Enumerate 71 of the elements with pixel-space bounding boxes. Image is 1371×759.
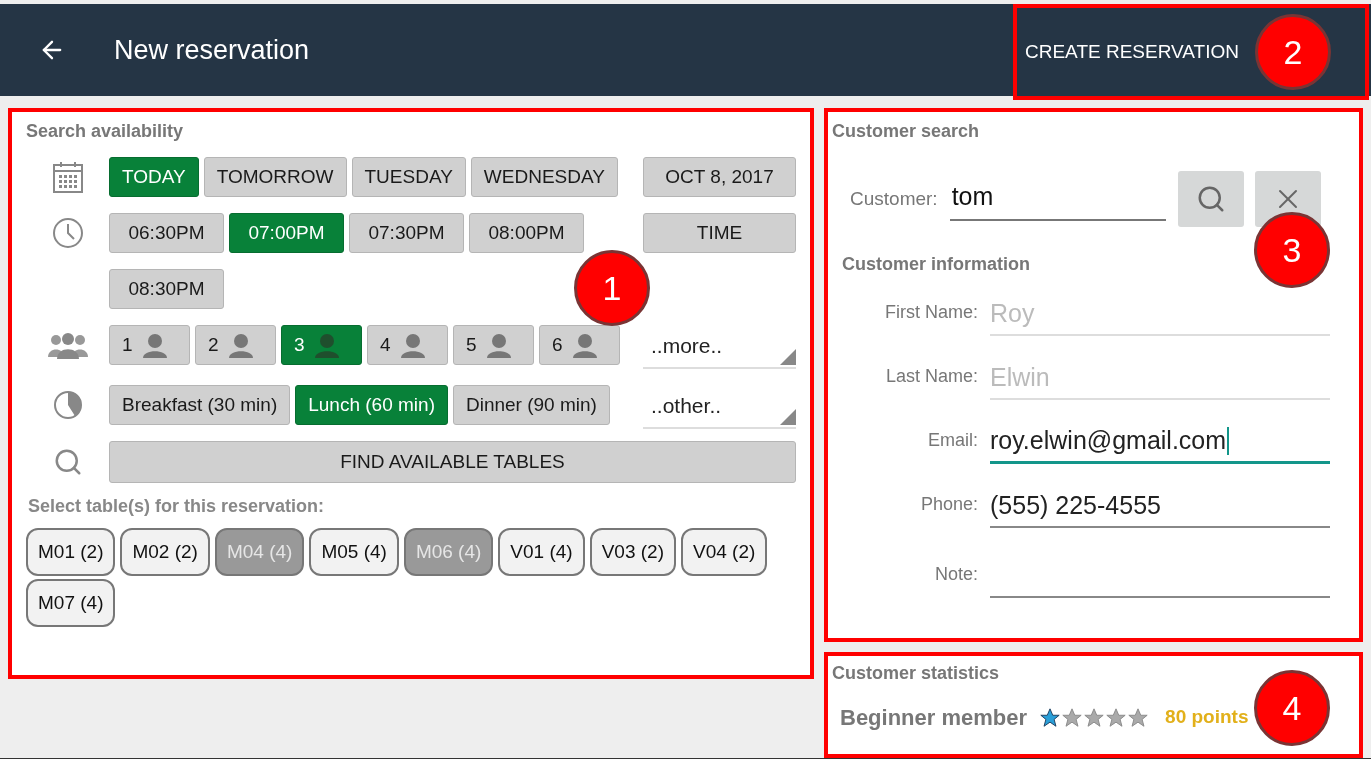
callout-marker: 4 (1254, 670, 1330, 746)
find-tables-button[interactable]: FIND AVAILABLE TABLES (109, 441, 796, 483)
person-icon (140, 332, 169, 358)
callout-marker: 1 (574, 250, 650, 326)
customer-input[interactable]: tom (949, 177, 1166, 221)
toggle-button[interactable]: 5 (453, 325, 534, 365)
callout-marker: 2 (1255, 14, 1331, 90)
create-reservation-button[interactable]: CREATE RESERVATION (1025, 37, 1239, 67)
toggle-button[interactable]: 07:00PM (229, 213, 344, 253)
field-label: Last Name: (884, 365, 978, 388)
dropdown-select[interactable]: ..more.. (643, 325, 796, 369)
section-title: Search availability (26, 120, 185, 143)
dropdown-select[interactable]: ..other.. (643, 385, 796, 429)
text-caret (1227, 427, 1230, 455)
toggle-button[interactable]: 1 (109, 325, 190, 365)
dropdown-corner-icon (780, 409, 796, 425)
table-chip[interactable]: M07 (4) (26, 579, 116, 627)
tables-label: Select table(s) for this reservation: (28, 495, 326, 518)
table-chip[interactable]: V03 (2) (589, 528, 676, 576)
table-chip[interactable]: M05 (4) (309, 528, 399, 576)
time-picker-button[interactable]: TIME (643, 213, 796, 253)
text-input[interactable]: (555) 225-4555 (990, 484, 1330, 528)
star-icon (1127, 706, 1150, 729)
person-icon (226, 332, 255, 358)
calendar-icon (52, 161, 83, 193)
section-title: Customer information (842, 253, 1031, 276)
field-label: Email: (927, 429, 978, 452)
table-chip[interactable]: V01 (4) (498, 528, 585, 576)
pie-clock-icon (52, 390, 83, 420)
dropdown-corner-icon (780, 349, 796, 365)
section-title: Customer statistics (832, 662, 1001, 685)
table-chip[interactable]: M01 (2) (26, 528, 116, 576)
person-icon (570, 332, 599, 358)
field-label: First Name: (884, 301, 978, 324)
callout-marker: 3 (1254, 212, 1330, 288)
star-icon (1039, 706, 1062, 729)
star-icon (1061, 706, 1084, 729)
toggle-button[interactable]: 08:00PM (469, 213, 584, 253)
points-value: 80 points (1165, 705, 1249, 730)
date-picker-button[interactable]: OCT 8, 2017 (643, 157, 796, 197)
clock-icon (51, 217, 84, 249)
section-title: Customer search (832, 120, 981, 143)
person-icon (312, 332, 341, 358)
toggle-button[interactable]: 07:30PM (349, 213, 464, 253)
toggle-button[interactable]: Breakfast (30 min) (109, 385, 291, 425)
table-chip[interactable]: M02 (2) (120, 528, 210, 576)
search-button[interactable] (1177, 171, 1244, 227)
toggle-button[interactable]: 6 (539, 325, 620, 365)
toggle-button[interactable]: Dinner (90 min) (452, 385, 610, 425)
membership-level: Beginner member (840, 704, 1028, 732)
table-chip[interactable]: V04 (2) (680, 528, 768, 576)
field-label: Customer: (850, 186, 938, 211)
toggle-button[interactable]: 2 (195, 325, 276, 365)
toggle-button[interactable]: 3 (281, 325, 362, 365)
toggle-button[interactable]: TUESDAY (351, 157, 466, 197)
person-icon (398, 332, 427, 358)
page-title: New reservation (114, 33, 310, 67)
star-icon (1083, 706, 1106, 729)
toggle-button[interactable]: Lunch (60 min) (295, 385, 448, 425)
field-label: Note: (933, 563, 978, 586)
toggle-button[interactable]: TOMORROW (203, 157, 347, 197)
text-input[interactable]: roy.elwin@gmail.com (990, 420, 1330, 464)
person-icon (484, 332, 513, 358)
toggle-button[interactable]: TODAY (109, 157, 199, 197)
toggle-button[interactable]: 4 (367, 325, 448, 365)
star-icon (1105, 706, 1128, 729)
group-icon (47, 331, 88, 359)
toggle-button[interactable]: 08:30PM (109, 269, 224, 309)
field-label: Phone: (919, 493, 978, 516)
toggle-button[interactable]: 06:30PM (109, 213, 224, 253)
toggle-button[interactable]: WEDNESDAY (470, 157, 618, 197)
